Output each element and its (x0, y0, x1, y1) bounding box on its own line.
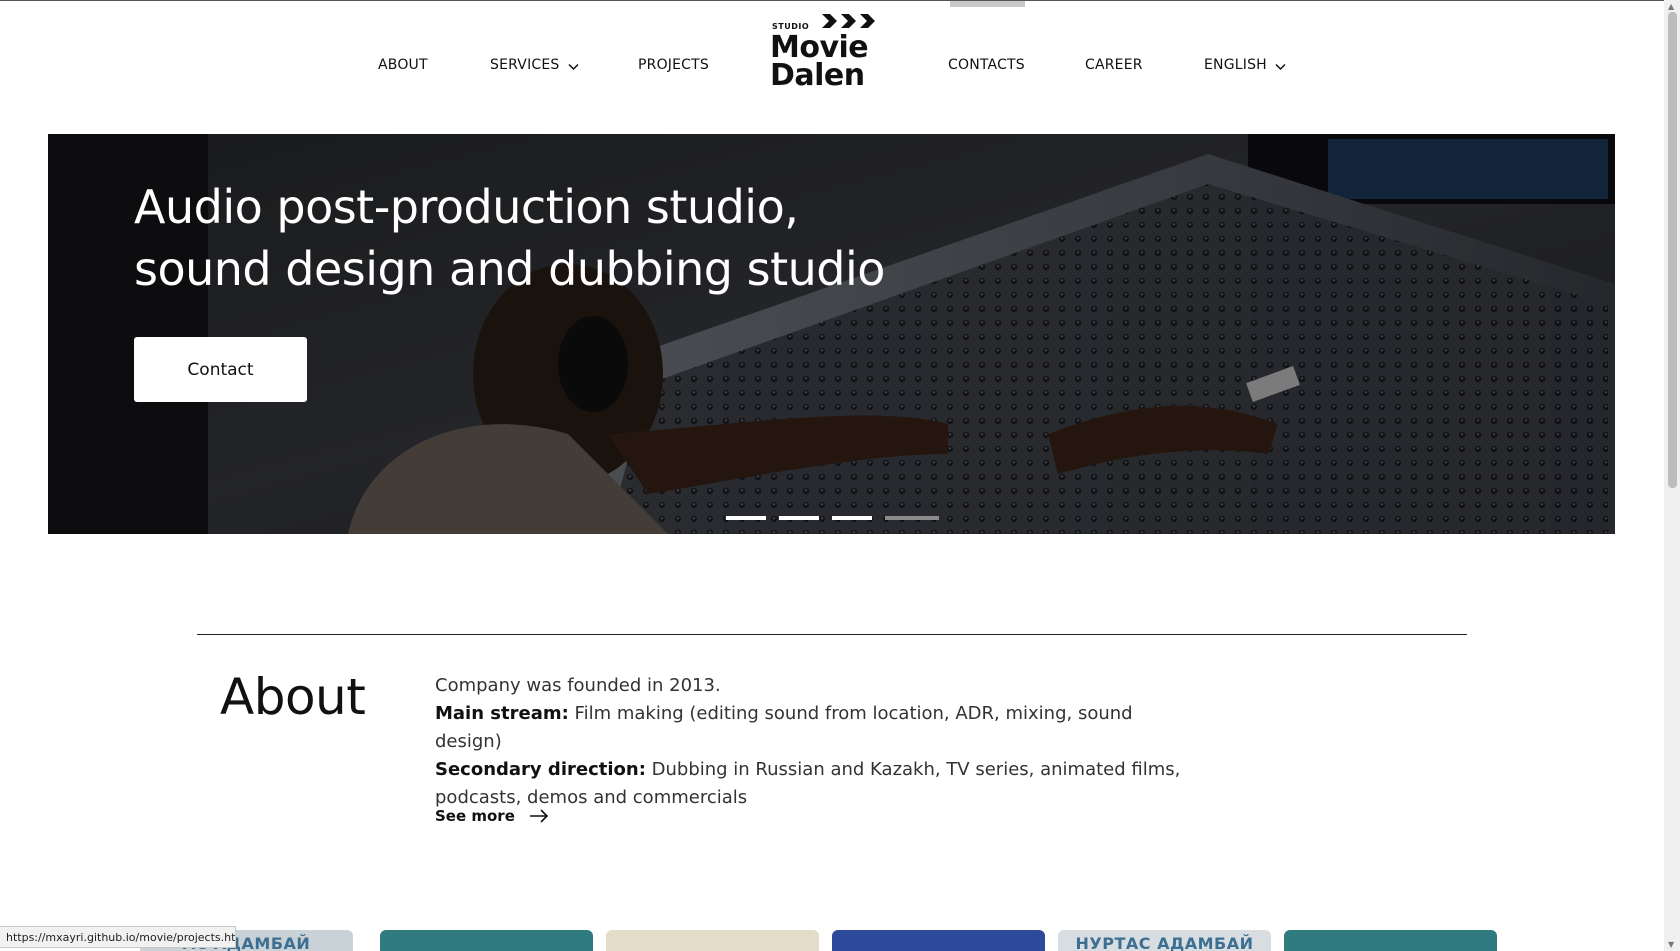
slide-indicator-2[interactable] (779, 516, 819, 520)
language-selector[interactable]: ENGLISH (1204, 57, 1286, 73)
nav-contacts[interactable]: CONTACTS (948, 57, 1025, 73)
main-stream-label: Main stream: (435, 703, 569, 724)
slider-indicators (726, 516, 939, 520)
about-founded: Company was founded in 2013. (435, 675, 721, 696)
slide-indicator-1[interactable] (726, 516, 766, 520)
project-thumbnail[interactable] (380, 930, 593, 951)
nav-about[interactable]: ABOUT (378, 57, 428, 73)
arrow-right-icon (529, 809, 549, 823)
language-label: ENGLISH (1204, 57, 1267, 73)
nav-career[interactable]: CAREER (1085, 57, 1143, 73)
about-description: Company was founded in 2013. Main stream… (435, 672, 1195, 812)
nav-career-label: CAREER (1085, 57, 1143, 73)
nav-about-label: ABOUT (378, 57, 428, 73)
hero-contact-button[interactable]: Contact (134, 337, 307, 402)
scrollbar-thumb[interactable] (1668, 12, 1677, 488)
see-more-link[interactable]: See more (435, 807, 549, 825)
vertical-scrollbar[interactable]: ▲ ▼ (1664, 0, 1680, 951)
see-more-label: See more (435, 807, 515, 825)
slide-indicator-4[interactable] (885, 516, 939, 520)
site-header: ABOUT SERVICES PROJECTS STUDIO Movie Dal… (0, 0, 1664, 130)
project-thumbnail[interactable]: НУРТАС АДАМБАЙ (1058, 930, 1271, 951)
nav-services[interactable]: SERVICES (490, 57, 579, 73)
scroll-up-icon[interactable]: ▲ (1668, 2, 1674, 11)
browser-status-url: https://mxayri.github.io/movie/projects.… (0, 926, 236, 948)
slide-indicator-3[interactable] (832, 516, 872, 520)
chevron-down-icon (1275, 63, 1286, 70)
nav-services-label: SERVICES (490, 57, 560, 73)
hero-title-line-2: sound design and dubbing studio (134, 242, 885, 296)
logo-arrows-icon (822, 14, 875, 28)
scroll-down-icon[interactable]: ▼ (1668, 940, 1674, 949)
hero-title-line-1: Audio post-production studio, (134, 180, 799, 234)
hero-slider: Audio post-production studio, sound desi… (48, 134, 1615, 534)
about-secondary: Secondary direction: Dubbing in Russian … (435, 756, 1195, 812)
section-divider (197, 634, 1467, 635)
nav-projects-label: PROJECTS (638, 57, 709, 73)
about-main-stream: Main stream: Film making (editing sound … (435, 700, 1195, 756)
project-thumbnail[interactable] (832, 930, 1045, 951)
nav-active-indicator (950, 1, 1025, 7)
about-heading: About (220, 668, 366, 726)
project-thumbnail[interactable] (1284, 930, 1497, 951)
thumbnail-caption: НУРТАС АДАМБАЙ (1075, 934, 1254, 951)
studio-logo[interactable]: STUDIO Movie Dalen (770, 12, 888, 93)
hero-title: Audio post-production studio, sound desi… (134, 176, 1034, 300)
project-thumbnail[interactable] (606, 930, 819, 951)
nav-projects[interactable]: PROJECTS (638, 57, 709, 73)
chevron-down-icon (567, 63, 579, 70)
logo-line-2: Dalen (770, 58, 865, 93)
nav-contacts-label: CONTACTS (948, 57, 1025, 73)
secondary-label: Secondary direction: (435, 759, 646, 780)
